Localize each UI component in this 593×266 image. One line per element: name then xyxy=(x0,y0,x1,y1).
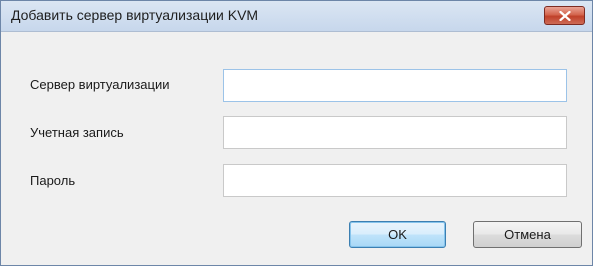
dialog-content: Сервер виртуализации Учетная запись Паро… xyxy=(1,32,592,265)
password-input[interactable] xyxy=(223,164,567,197)
dialog-window: Добавить сервер виртуализации KVM Сервер… xyxy=(0,0,593,266)
close-button[interactable] xyxy=(544,6,585,25)
server-input[interactable] xyxy=(223,69,567,102)
account-label: Учетная запись xyxy=(30,125,124,140)
password-label: Пароль xyxy=(30,173,76,188)
server-label: Сервер виртуализации xyxy=(30,77,170,92)
close-icon xyxy=(558,10,571,21)
account-input[interactable] xyxy=(223,116,567,149)
window-title: Добавить сервер виртуализации KVM xyxy=(11,7,259,23)
title-bar[interactable]: Добавить сервер виртуализации KVM xyxy=(1,1,592,32)
cancel-button[interactable]: Отмена xyxy=(473,221,582,248)
ok-button[interactable]: OK xyxy=(349,221,446,248)
